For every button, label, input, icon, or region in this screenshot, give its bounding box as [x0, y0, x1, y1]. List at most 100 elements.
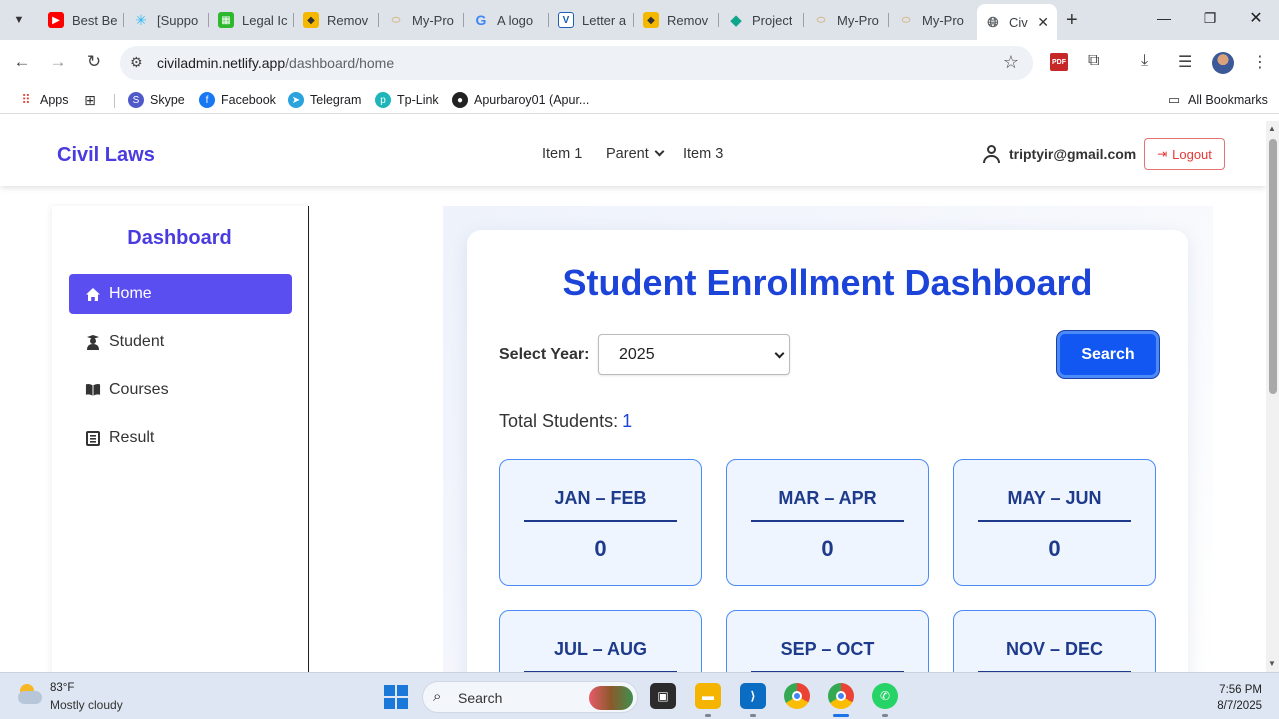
bookmark-star-icon[interactable]: ☆: [1003, 52, 1019, 73]
search-button[interactable]: Search: [1057, 331, 1159, 378]
search-highlight-icon: [589, 686, 633, 710]
user-icon: [983, 145, 1000, 163]
sidebar-item-student[interactable]: Student: [69, 322, 292, 362]
nav-item-1[interactable]: Item 1: [542, 146, 582, 162]
list-icon: [85, 430, 101, 446]
nav-item-3[interactable]: Item 3: [683, 146, 723, 162]
sidebar-item-result[interactable]: Result: [69, 418, 292, 458]
browser-toolbar: ← → ↻ ⚙ civiladmin.netlify.app/dashboard…: [0, 40, 1279, 86]
sidebar-title: Dashboard: [127, 227, 232, 249]
enrollment-card: Student Enrollment Dashboard Select Year…: [467, 230, 1188, 672]
site-navbar: Civil Laws Item 1 Parent Item 3 triptyir…: [0, 121, 1266, 186]
year-select[interactable]: 2025: [598, 334, 790, 375]
diamond-icon: ◆: [730, 12, 742, 29]
more-menu-icon[interactable]: ⋮: [1252, 52, 1268, 72]
media-control-icon[interactable]: ☰: [1178, 52, 1192, 72]
bookmark-skype[interactable]: S Skype: [128, 92, 185, 108]
browser-tab[interactable]: ✳ [Suppo: [125, 6, 209, 34]
tplink-icon: p: [375, 92, 391, 108]
total-students: Total Students: 1: [499, 411, 633, 431]
period-card: SEP – OCT0: [726, 610, 929, 672]
vscode-icon[interactable]: ⟩: [740, 683, 766, 709]
forward-button[interactable]: →: [47, 52, 69, 72]
pdf-extension-icon[interactable]: PDF: [1050, 53, 1068, 71]
url-text: civiladmin.netlify.app/dashboard/home: [157, 55, 395, 71]
browser-tab[interactable]: ⬭ My-Pro: [805, 6, 889, 34]
scroll-up-icon[interactable]: ▲: [1268, 124, 1276, 133]
scroll-down-icon[interactable]: ▼: [1268, 659, 1276, 668]
chevron-down-icon: [774, 348, 785, 359]
file-explorer-icon[interactable]: ▬: [695, 683, 721, 709]
sidebar-item-home[interactable]: Home: [69, 274, 292, 314]
scrollbar-thumb[interactable]: [1269, 139, 1277, 394]
bookmarks-bar: ⠿ Apps ⊞ S Skype f Facebook ➤ Telegram p Tp-L…: [0, 86, 1279, 114]
period-card: NOV – DEC0: [953, 610, 1156, 672]
active-app-indicator: [833, 714, 849, 717]
system-clock[interactable]: 7:56 PM 8/7/2025: [1200, 682, 1262, 714]
taskbar-search[interactable]: ⌕ Search: [422, 681, 638, 713]
browser-tab[interactable]: ▶ Best Be: [40, 6, 124, 34]
logout-icon: ⇥: [1157, 147, 1168, 161]
task-view-icon[interactable]: ▣: [650, 683, 676, 709]
apps-grid-icon: ⠿: [21, 92, 31, 107]
browser-tab[interactable]: ▦ Legal Ic: [210, 6, 294, 34]
whatsapp-icon[interactable]: ✆: [872, 683, 898, 709]
browser-tab[interactable]: ◆ Project: [720, 6, 804, 34]
sidebar-item-courses[interactable]: Courses: [69, 370, 292, 410]
minimize-button[interactable]: —: [1154, 10, 1174, 26]
chrome-icon[interactable]: [784, 683, 810, 709]
weather-condition[interactable]: Mostly cloudy: [50, 698, 123, 712]
extensions-icon[interactable]: ⧉: [1088, 52, 1099, 70]
book-icon: [85, 382, 101, 398]
profile-avatar[interactable]: [1212, 52, 1234, 74]
vector-icon: V: [558, 12, 574, 28]
reload-button[interactable]: ↻: [83, 52, 105, 72]
facebook-icon: f: [199, 92, 215, 108]
bookmark-tplink[interactable]: p Tp-Link: [375, 92, 439, 108]
brand-logo[interactable]: Civil Laws: [57, 144, 155, 167]
site-info-icon[interactable]: ⚙: [130, 54, 143, 71]
logout-button[interactable]: ⇥ Logout: [1144, 138, 1225, 170]
user-email: triptyir@gmail.com: [1009, 146, 1137, 162]
address-bar[interactable]: ⚙ civiladmin.netlify.app/dashboard/home …: [120, 46, 1033, 80]
back-button[interactable]: ←: [11, 52, 33, 72]
all-bookmarks[interactable]: ▭ All Bookmarks: [1166, 92, 1268, 108]
chevron-down-icon: ▼: [13, 14, 25, 26]
bookmark-github[interactable]: ● Apurbaroy01 (Apur...: [452, 92, 589, 108]
running-indicator: [705, 714, 711, 717]
period-card: MAR – APR 0: [726, 459, 929, 586]
close-tab-icon[interactable]: ✕: [1037, 14, 1049, 31]
download-icon[interactable]: ⤓: [1141, 52, 1148, 70]
bookmark-grid[interactable]: ⊞: [82, 92, 104, 108]
chrome-profile-icon[interactable]: [828, 683, 854, 709]
windows-start-icon[interactable]: [384, 685, 408, 709]
browser-tab[interactable]: ◆ Remov: [635, 6, 719, 34]
weather-temperature[interactable]: 83°F: [50, 682, 74, 694]
chevron-down-icon: [654, 146, 665, 157]
restore-button[interactable]: ❐: [1200, 10, 1220, 27]
browser-tab[interactable]: ⬭ My-Pro: [890, 6, 974, 34]
browser-tab[interactable]: ◆ Remov: [295, 6, 379, 34]
tab-search-button[interactable]: ▼: [6, 8, 32, 32]
bookmark-telegram[interactable]: ➤ Telegram: [288, 92, 361, 108]
nav-parent-dropdown[interactable]: Parent: [606, 146, 665, 162]
browser-tab-active[interactable]: 🌐︎ Civ ✕: [977, 4, 1057, 40]
new-tab-button[interactable]: +: [1066, 9, 1078, 32]
project-icon: ⬭: [901, 14, 911, 26]
bookmark-separator: [114, 94, 115, 108]
project-icon: ⬭: [816, 14, 826, 26]
grid-icon: ⊞: [84, 91, 96, 108]
sidebar: Dashboard Home Student Courses Result: [52, 206, 309, 672]
browser-tab[interactable]: GA logo: [465, 6, 549, 34]
weather-cloudy-icon[interactable]: [16, 684, 44, 706]
page-scrollbar[interactable]: ▲ ▼: [1266, 121, 1279, 672]
browser-tab[interactable]: V Letter a: [550, 6, 634, 34]
bookmark-facebook[interactable]: f Facebook: [199, 92, 276, 108]
remove-bg-icon: ◆: [643, 12, 659, 28]
support-icon: ✳: [135, 11, 147, 28]
skype-icon: S: [128, 92, 144, 108]
browser-tab[interactable]: ⬭ My-Pro: [380, 6, 464, 34]
close-window-button[interactable]: ✕: [1246, 8, 1266, 28]
home-icon: [85, 286, 101, 302]
bookmark-apps[interactable]: ⠿ Apps: [18, 92, 68, 108]
